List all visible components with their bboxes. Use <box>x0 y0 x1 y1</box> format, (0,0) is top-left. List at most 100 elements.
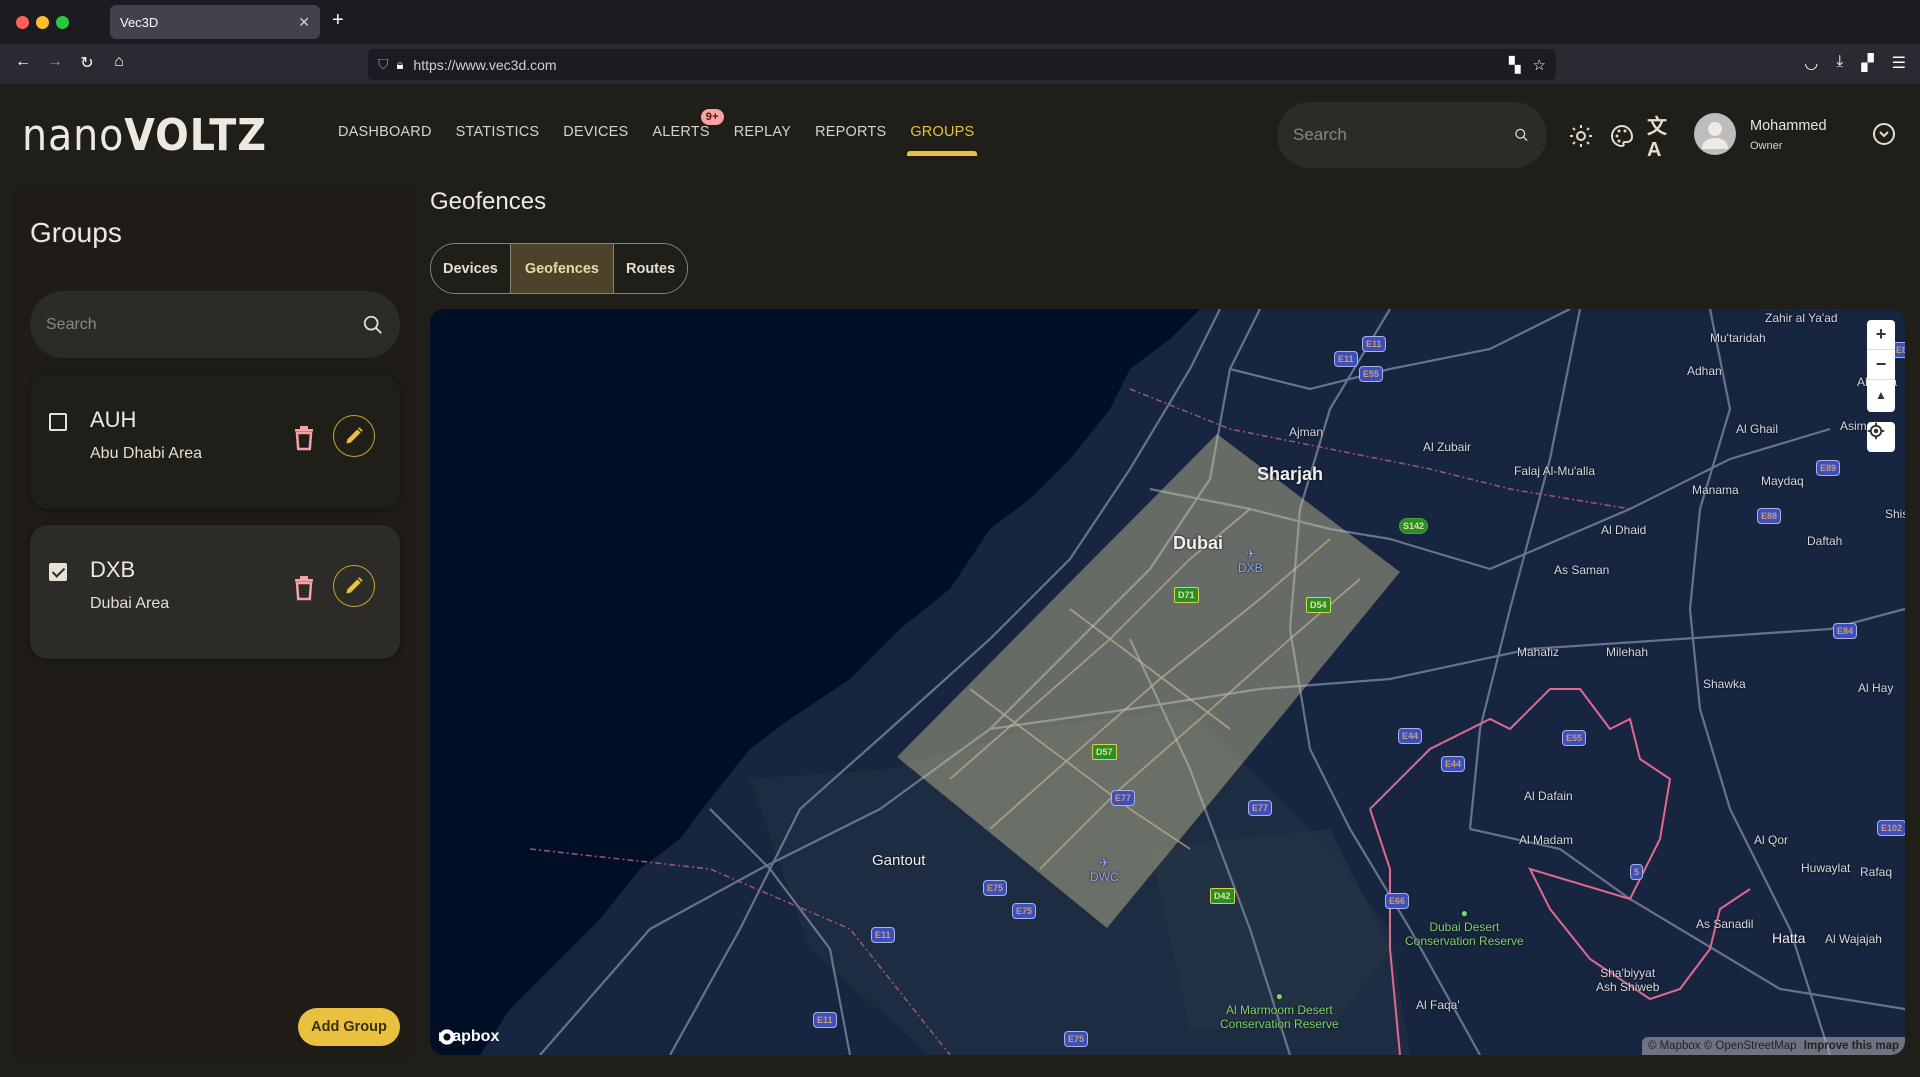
nav-devices[interactable]: DEVICES <box>563 124 628 156</box>
logo[interactable]: nanoVOLTZ <box>22 110 267 161</box>
delete-group-button[interactable] <box>293 425 315 451</box>
map[interactable]: Zahir al Ya'ad Mu'taridah Adhan Abadila … <box>430 309 1905 1055</box>
header-search-input[interactable] <box>1293 125 1514 145</box>
highway-shield: D57 <box>1092 744 1117 760</box>
group-checkbox[interactable] <box>49 413 67 431</box>
nav-label: STATISTICS <box>455 124 540 140</box>
reset-north-button[interactable]: ▲ <box>1867 380 1895 410</box>
geolocate-button[interactable] <box>1867 422 1895 452</box>
edit-group-button[interactable] <box>333 415 375 457</box>
nav-label: GROUPS <box>910 124 975 140</box>
nav-label: DEVICES <box>563 124 629 140</box>
nav-statistics[interactable]: STATISTICS <box>456 124 540 156</box>
groups-search-input[interactable] <box>46 315 362 334</box>
zoom-out-button[interactable]: − <box>1867 350 1895 380</box>
url-text[interactable]: https://www.vec3d.com <box>413 57 556 73</box>
nav-label: DASHBOARD <box>338 124 432 140</box>
group-card-dxb[interactable]: DXB Dubai Area <box>30 525 400 659</box>
highway-shield: S142 <box>1399 518 1429 534</box>
pencil-icon <box>346 427 363 444</box>
groups-search[interactable] <box>30 291 400 358</box>
palette-icon[interactable] <box>1608 122 1636 150</box>
map-place-label: Shawka <box>1703 677 1746 691</box>
nav-dashboard[interactable]: DASHBOARD <box>338 124 432 156</box>
nav-alerts[interactable]: ALERTS 9+ <box>652 109 724 156</box>
map-city-label: Sharjah <box>1257 464 1324 484</box>
avatar[interactable] <box>1694 113 1736 155</box>
user-name[interactable]: Mohammed <box>1750 118 1827 134</box>
header-search[interactable] <box>1277 102 1547 168</box>
map-place-label: Al Dhaid <box>1601 523 1647 537</box>
user-role: Owner <box>1750 140 1783 152</box>
window-minimize-button[interactable] <box>36 16 49 29</box>
url-bar[interactable]: ⛉ 🔒︎ https://www.vec3d.com ▚ ☆ <box>368 49 1556 80</box>
map-geolocate-control <box>1867 422 1895 452</box>
highway-shield: E11 <box>813 1012 837 1028</box>
lock-icon[interactable]: 🔒︎ <box>397 57 404 73</box>
mapbox-icon <box>439 1029 455 1045</box>
highway-shield: E11 <box>1334 351 1358 367</box>
group-description: Dubai Area <box>90 595 170 612</box>
highway-shield: 5 <box>1630 864 1644 880</box>
user-icon <box>1702 122 1728 149</box>
highway-shield: E11 <box>871 927 895 943</box>
brightness-icon[interactable] <box>1567 122 1595 150</box>
nav-reports[interactable]: REPORTS <box>815 124 886 156</box>
map-place-label: As Saman <box>1554 563 1610 577</box>
app-header: nanoVOLTZ DASHBOARD STATISTICS DEVICES A… <box>0 84 1920 179</box>
airport-dxb[interactable]: ✈ DXB <box>1238 547 1263 575</box>
map-place-label: Manama <box>1692 483 1739 497</box>
add-group-button[interactable]: Add Group <box>298 1008 400 1046</box>
group-name: DXB <box>90 557 136 582</box>
close-tab-icon[interactable]: ✕ <box>298 14 310 31</box>
forward-icon[interactable]: → <box>44 53 66 71</box>
bookmark-star-icon[interactable]: ☆ <box>1533 56 1546 74</box>
group-card-auh[interactable]: AUH Abu Dhabi Area <box>30 375 400 509</box>
tab-routes[interactable]: Routes <box>613 244 688 293</box>
new-tab-button[interactable]: + <box>332 9 344 32</box>
map-place-label: Al Madam <box>1519 833 1574 847</box>
browser-tab[interactable]: Vec3D ✕ <box>110 5 320 39</box>
search-icon[interactable] <box>362 314 384 336</box>
attribution-text[interactable]: © Mapbox © OpenStreetMap <box>1648 1040 1797 1052</box>
nav-groups[interactable]: GROUPS <box>907 124 978 156</box>
translate-icon[interactable]: 文A <box>1647 116 1675 161</box>
map-place-label: Shis <box>1885 507 1905 521</box>
reload-icon[interactable]: ↻ <box>76 53 98 73</box>
reserve-label: ● Al Marmoom Desert Conservation Reserve <box>1220 989 1339 1031</box>
tab-geofences[interactable]: Geofences <box>510 244 614 293</box>
window-close-button[interactable] <box>16 16 29 29</box>
highway-shield: D42 <box>1210 888 1235 904</box>
view-tabs: Devices Geofences Routes <box>430 243 689 294</box>
menu-icon[interactable]: ☰ <box>1892 53 1906 73</box>
map-city-label: Dubai <box>1173 533 1224 553</box>
edit-group-button[interactable] <box>333 565 375 607</box>
map-place-label: Al Zubair <box>1423 440 1472 454</box>
mapbox-logo[interactable]: mapbox <box>438 1028 499 1046</box>
group-name: AUH <box>90 407 137 432</box>
home-icon[interactable]: ⌂ <box>108 53 130 71</box>
highway-shield: D71 <box>1174 587 1199 603</box>
highway-shield: E55 <box>1359 366 1384 382</box>
tab-devices[interactable]: Devices <box>431 244 511 293</box>
window-maximize-button[interactable] <box>56 16 69 29</box>
search-icon[interactable] <box>1514 124 1529 146</box>
highway-shield: E75 <box>1012 903 1037 919</box>
delete-group-button[interactable] <box>293 575 315 601</box>
improve-map-link[interactable]: Improve this map <box>1804 1040 1899 1052</box>
download-icon[interactable]: ⤓ <box>1836 53 1843 73</box>
group-checkbox[interactable] <box>49 563 67 581</box>
nav-label: ALERTS <box>652 124 710 140</box>
extensions-icon[interactable]: ▚ <box>1509 56 1521 74</box>
map-zoom-controls: + − ▲ <box>1867 320 1895 412</box>
airport-dwc[interactable]: ✈ DWC <box>1090 856 1119 884</box>
map-place-label: As Sanadil <box>1696 917 1754 931</box>
pocket-icon[interactable]: ◡ <box>1804 53 1818 73</box>
chevron-down-icon[interactable] <box>1870 120 1898 148</box>
nav-replay[interactable]: REPLAY <box>734 124 791 156</box>
back-icon[interactable]: ← <box>12 53 34 71</box>
shield-icon[interactable]: ⛉ <box>378 56 389 73</box>
zoom-in-button[interactable]: + <box>1867 320 1895 350</box>
extensions-menu-icon[interactable]: ▞ <box>1861 53 1873 73</box>
map-canvas[interactable] <box>430 309 1905 1055</box>
